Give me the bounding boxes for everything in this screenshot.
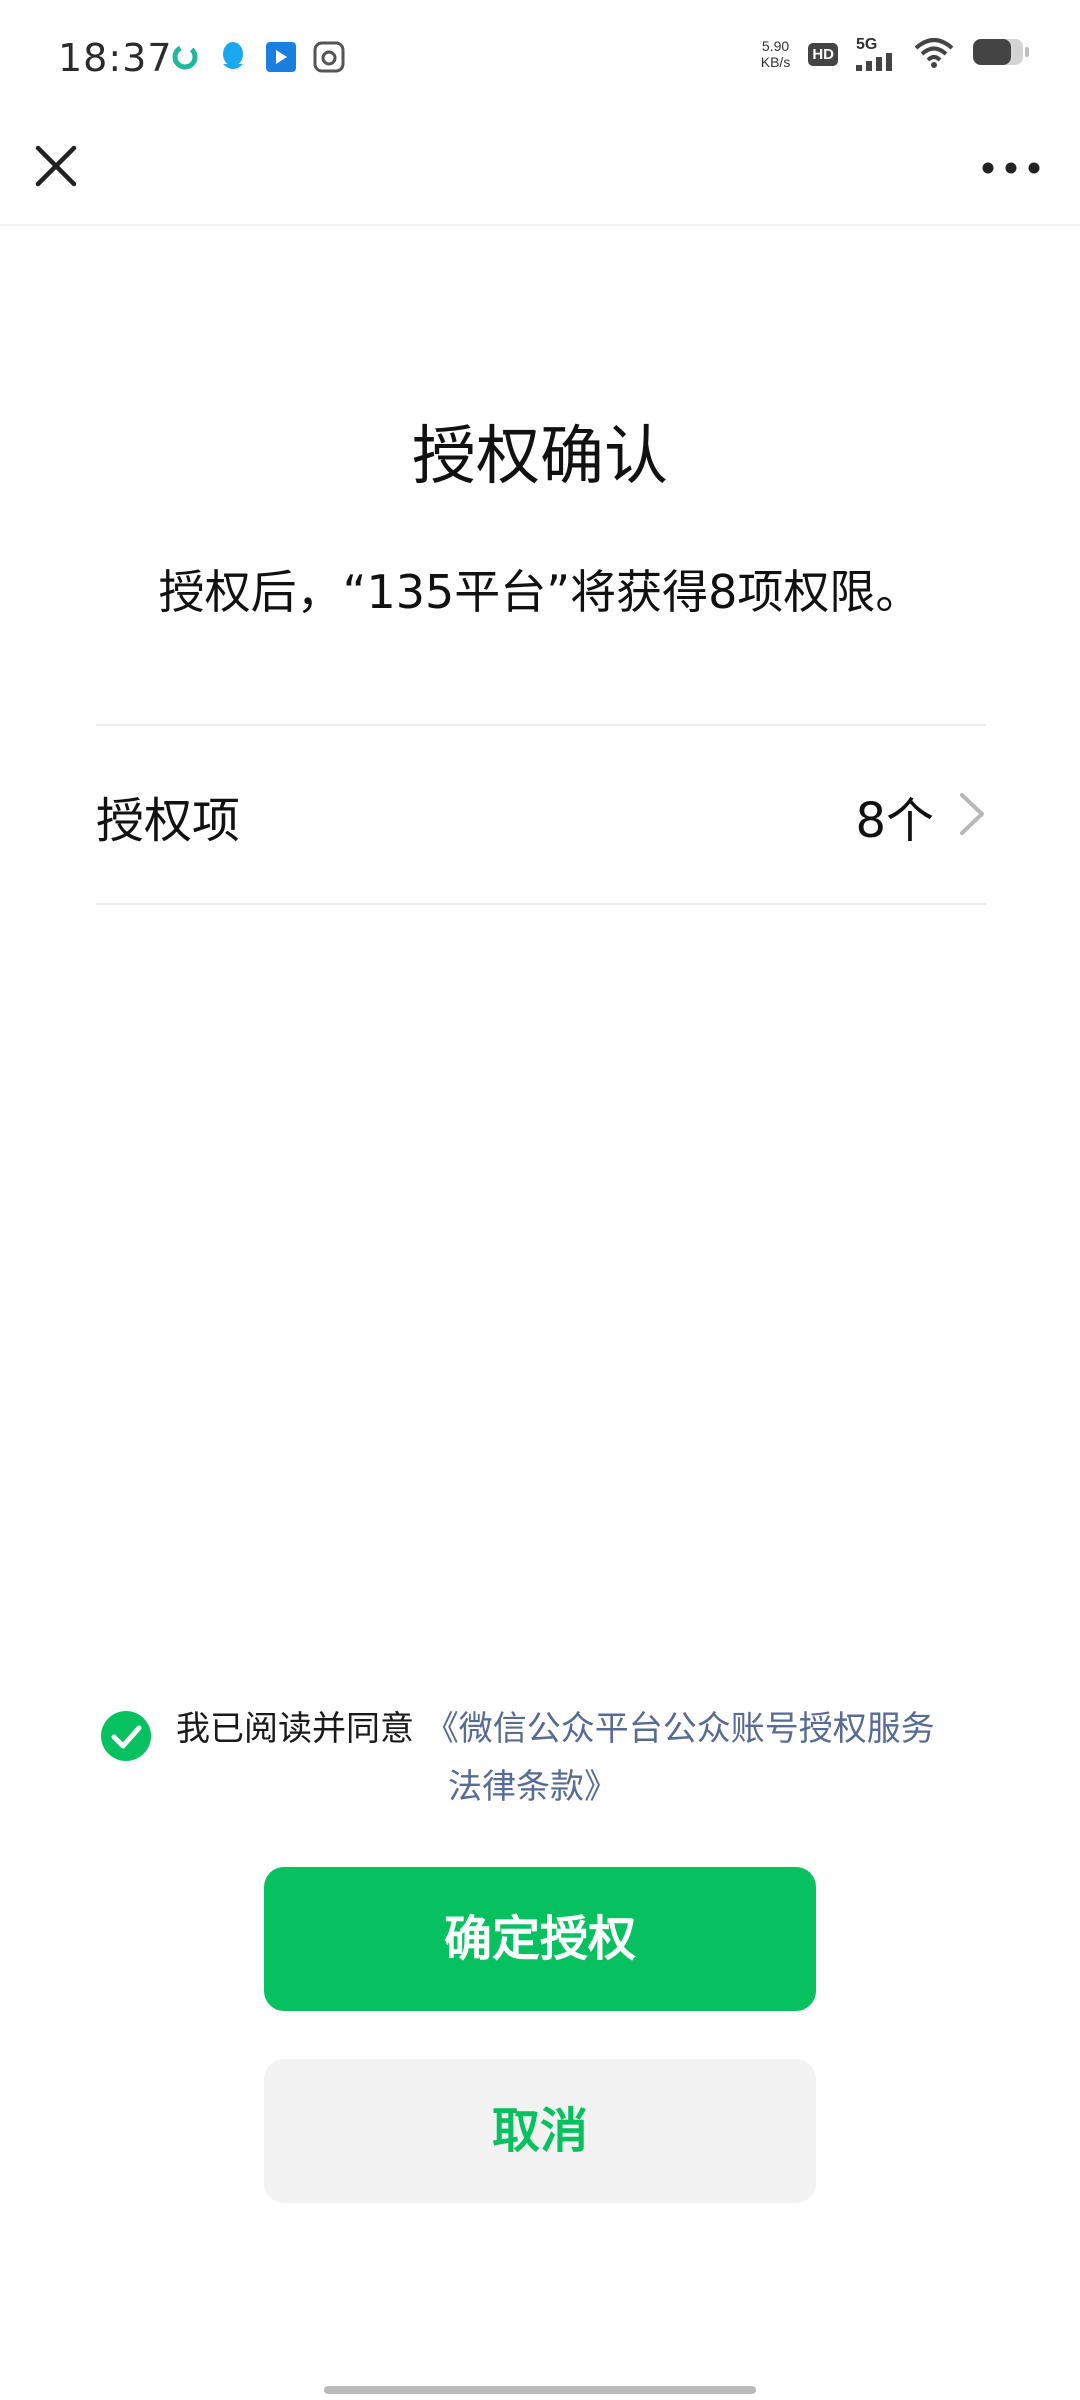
network-speed: 5.90 KB/s xyxy=(760,38,791,70)
agreement-text: 我已阅读并同意 《微信公众平台公众账号授权服务 法律条款》 xyxy=(176,1700,996,1816)
hd-badge: HD xyxy=(808,42,838,66)
more-icon xyxy=(982,162,1040,174)
auth-items-row[interactable]: 授权项 8个 xyxy=(96,725,986,903)
confirm-authorize-button[interactable]: 确定授权 xyxy=(264,1867,816,2011)
more-button[interactable] xyxy=(976,148,1046,188)
auth-items-count: 8个 xyxy=(855,793,934,849)
agreement-row: 我已阅读并同意 《微信公众平台公众账号授权服务 法律条款》 xyxy=(100,1700,1000,1830)
checkbox-checked-icon[interactable] xyxy=(100,1710,152,1762)
status-bar: 18:37 5.90 KB/s HD 5G xyxy=(0,0,1080,120)
battery-icon xyxy=(972,37,1030,71)
chevron-right-icon xyxy=(960,793,984,835)
qq-icon xyxy=(216,40,250,74)
close-button[interactable] xyxy=(28,138,84,194)
nav-bar xyxy=(0,120,1080,226)
status-time: 18:37 xyxy=(58,36,173,80)
camera-app-icon xyxy=(312,40,346,74)
circle-app-icon xyxy=(168,40,202,74)
cellular-signal-icon: 5G xyxy=(856,37,896,71)
system-status-icons: 5.90 KB/s HD 5G xyxy=(761,36,1030,72)
notification-icons xyxy=(168,40,346,74)
page-title: 授权确认 xyxy=(412,420,668,494)
cancel-button[interactable]: 取消 xyxy=(264,2059,816,2203)
wifi-icon xyxy=(914,36,954,72)
divider-bottom xyxy=(96,903,986,905)
close-icon xyxy=(35,145,77,187)
home-indicator[interactable] xyxy=(324,2386,756,2394)
agreement-prefix: 我已阅读并同意 xyxy=(176,1709,414,1749)
auth-items-label: 授权项 xyxy=(96,793,241,849)
video-app-icon xyxy=(264,40,298,74)
permission-summary: 授权后，“135平台”将获得8项权限。 xyxy=(158,565,922,619)
